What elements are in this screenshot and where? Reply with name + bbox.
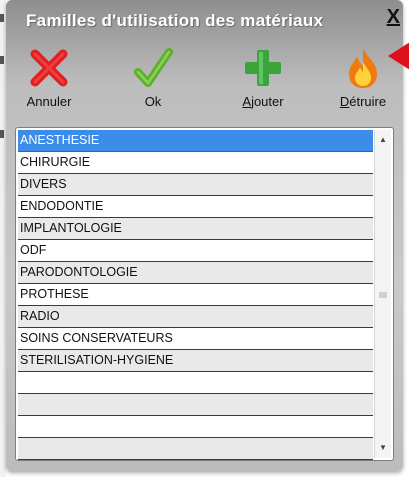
list-item[interactable]: RADIO <box>18 306 373 328</box>
cross-icon <box>30 49 68 87</box>
list-item[interactable]: DIVERS <box>18 174 373 196</box>
list-item[interactable]: SOINS CONSERVATEURS <box>18 328 373 350</box>
flame-icon <box>349 48 377 88</box>
list-item[interactable]: ANESTHESIE <box>18 130 373 152</box>
toolbar: Annuler Ok Ajouter Détruire <box>6 40 403 114</box>
list-item[interactable]: ODF <box>18 240 373 262</box>
annuler-button[interactable]: Annuler <box>14 40 84 114</box>
list-item[interactable]: CHIRURGIE <box>18 152 373 174</box>
empty-list-item[interactable] <box>18 394 373 416</box>
ajouter-button[interactable]: Ajouter <box>228 40 298 114</box>
empty-list-item[interactable] <box>18 372 373 394</box>
ok-button[interactable]: Ok <box>118 40 188 114</box>
detruire-button[interactable]: Détruire <box>328 40 398 114</box>
ajouter-label: Ajouter <box>242 94 284 109</box>
plus-icon <box>245 50 281 86</box>
scroll-down-arrow-icon[interactable]: ▼ <box>375 440 391 456</box>
edge-mark <box>0 14 4 22</box>
edge-mark <box>0 130 4 138</box>
ok-label: Ok <box>144 94 162 109</box>
list-item[interactable]: PROTHESE <box>18 284 373 306</box>
list-rows: ANESTHESIE CHIRURGIE DIVERS ENDODONTIE I… <box>18 130 373 460</box>
detruire-label: Détruire <box>339 94 387 109</box>
families-list[interactable]: ANESTHESIE CHIRURGIE DIVERS ENDODONTIE I… <box>15 127 394 461</box>
checkmark-icon <box>134 48 173 87</box>
list-item[interactable]: PARODONTOLOGIE <box>18 262 373 284</box>
empty-list-item[interactable] <box>18 438 373 460</box>
empty-list-item[interactable] <box>18 416 373 438</box>
list-item[interactable]: ENDODONTIE <box>18 196 373 218</box>
scroll-up-arrow-icon[interactable]: ▲ <box>375 132 391 148</box>
edge-mark <box>0 56 4 64</box>
annuler-label: Annuler <box>26 94 72 109</box>
close-button[interactable]: X <box>387 6 400 28</box>
title-bar[interactable]: Familles d'utilisation des matériaux X <box>6 4 403 34</box>
list-item[interactable]: IMPLANTOLOGIE <box>18 218 373 240</box>
window-title: Familles d'utilisation des matériaux <box>26 11 324 30</box>
list-item[interactable]: STERILISATION-HYGIENE <box>18 350 373 372</box>
scroll-thumb[interactable] <box>379 292 387 298</box>
vertical-scrollbar[interactable]: ▲ ▼ <box>374 130 391 458</box>
